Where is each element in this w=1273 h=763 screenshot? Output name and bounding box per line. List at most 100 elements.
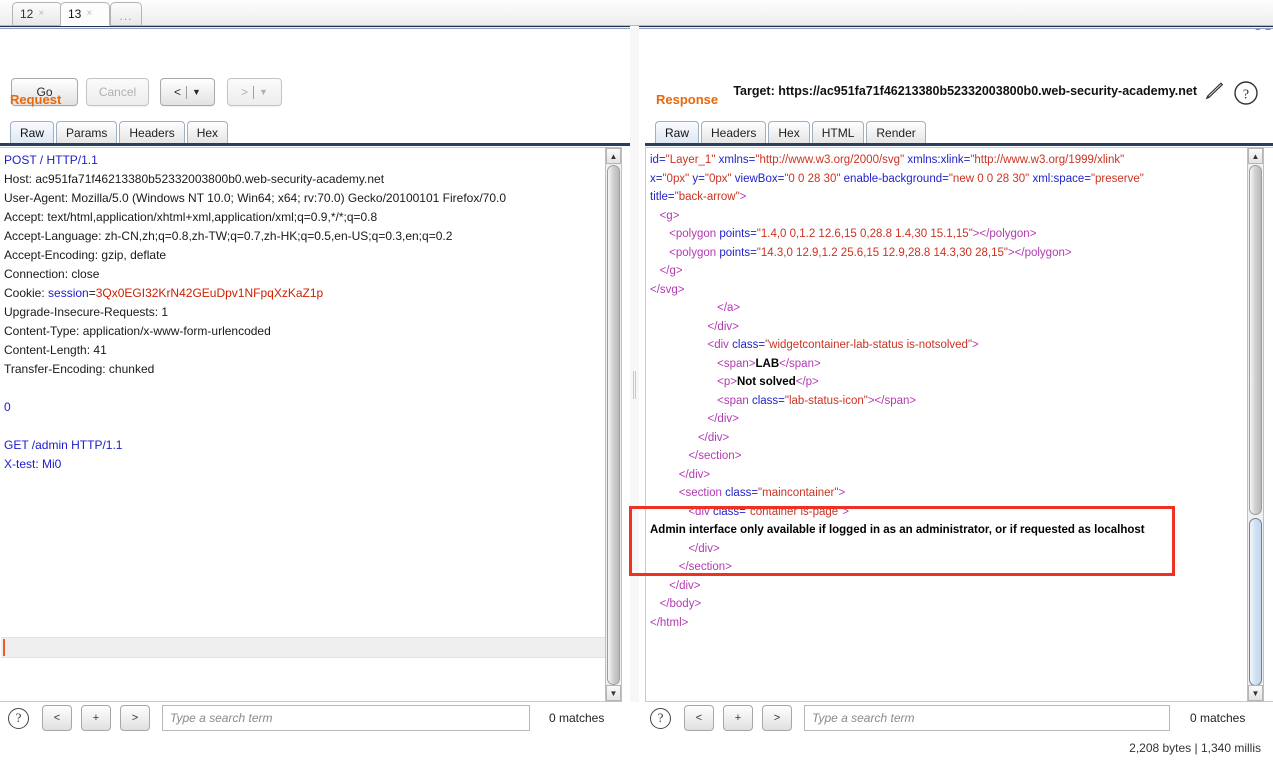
res-line-22: </section> (678, 561, 732, 573)
close-icon[interactable]: × (86, 9, 92, 19)
repeater-tab-12[interactable]: 12 × (12, 2, 62, 26)
res-line-14: </div> (707, 413, 739, 425)
response-search-placeholder: Type a search term (812, 711, 915, 725)
target-line: Target: https://ac951fa71f46213380b52332… (733, 84, 1197, 98)
res-line-23: </div> (669, 579, 701, 592)
res-line-4: <polygon points="1.4,0 0,1.2 12.6,15 0,2… (669, 228, 1037, 240)
target-label: Target: (733, 84, 775, 98)
response-scrollbar[interactable]: ▲ ▼ (1247, 147, 1264, 702)
search-prev-label: < (695, 712, 703, 724)
res-line-18: <section class="maincontainer"> (678, 487, 846, 499)
help-icon[interactable]: ? (1233, 80, 1259, 106)
request-match-count: 0 matches (549, 711, 605, 725)
res-line-16: </section> (688, 450, 742, 462)
res-line-10: <div class="widgetcontainer-lab-status i… (707, 339, 979, 351)
new-repeater-tab-button[interactable]: ... (110, 2, 142, 26)
res-line-8: </a> (717, 302, 741, 314)
request-cookie-line: Cookie: session=3Qx0EGI32KrN42GEuDpv1NFp… (4, 286, 323, 300)
res-line-3: <g> (659, 209, 680, 222)
help-icon-label: ? (15, 710, 22, 725)
response-tab-hex-label: Hex (778, 126, 800, 140)
request-line-6: Connection: close (4, 267, 100, 281)
next-arrow-icon: > (241, 85, 249, 99)
search-next-button[interactable]: > (762, 705, 792, 731)
scroll-down-icon[interactable]: ▼ (1248, 685, 1263, 701)
request-tabs-underline (0, 143, 635, 146)
scroll-down-icon[interactable]: ▼ (606, 685, 621, 701)
previous-arrow-icon: < (174, 85, 182, 99)
response-search-row: ? < + > Type a search term (650, 703, 1170, 733)
response-raw-text[interactable]: id="Layer_1" xmlns="http://www.w3.org/20… (650, 151, 1250, 632)
svg-text:?: ? (1243, 88, 1249, 103)
help-icon-label: ? (657, 710, 664, 725)
request-line-11: Transfer-Encoding: chunked (4, 362, 155, 376)
request-tab-raw[interactable]: Raw (10, 121, 55, 144)
request-line-5: Accept-Encoding: gzip, deflate (4, 248, 167, 262)
next-request-button[interactable]: > ▼ (227, 78, 282, 106)
search-prev-label: < (53, 712, 61, 724)
response-scrollbar-thumb[interactable] (1249, 518, 1262, 686)
res-line-11: <span>LAB</span> (717, 357, 821, 370)
repeater-tab-13[interactable]: 13 × (60, 2, 110, 26)
response-scrollbar-track-upper[interactable] (1249, 165, 1262, 515)
res-line-2: title="back-arrow"> (650, 191, 747, 203)
response-tab-headers[interactable]: Headers (701, 121, 767, 144)
request-raw-text[interactable]: POST / HTTP/1.1 Host: ac951fa71f46213380… (4, 151, 604, 474)
request-editor-pane[interactable]: POST / HTTP/1.1 Host: ac951fa71f46213380… (0, 147, 622, 702)
request-cursor-row (1, 637, 620, 658)
repeater-tab-12-label: 12 (20, 7, 34, 21)
request-search-row: ? < + > Type a search term (8, 703, 530, 733)
text-caret (3, 639, 5, 656)
search-add-button[interactable]: + (723, 705, 753, 731)
search-prev-button[interactable]: < (684, 705, 714, 731)
search-next-button[interactable]: > (120, 705, 150, 731)
request-tab-headers[interactable]: Headers (119, 121, 185, 144)
chevron-down-icon[interactable]: ▼ (259, 87, 268, 97)
scroll-up-icon[interactable]: ▲ (606, 148, 621, 164)
cancel-button[interactable]: Cancel (86, 78, 149, 106)
res-line-21: </div> (688, 542, 720, 555)
request-line-2: User-Agent: Mozilla/5.0 (Windows NT 10.0… (4, 191, 507, 205)
cookie-name: session (48, 286, 89, 300)
pane-divider[interactable] (630, 26, 639, 726)
status-bar: 2,208 bytes | 1,340 millis (1129, 741, 1261, 755)
response-editor-pane[interactable]: id="Layer_1" xmlns="http://www.w3.org/20… (645, 147, 1273, 702)
request-line-3: Accept: text/html,application/xhtml+xml,… (4, 210, 378, 224)
response-tab-raw-label: Raw (665, 126, 690, 140)
request-scrollbar[interactable]: ▲ ▼ (605, 147, 622, 702)
search-add-label: + (92, 712, 100, 724)
request-tab-params-label: Params (66, 126, 108, 140)
scroll-up-icon[interactable]: ▲ (1248, 148, 1263, 164)
request-scrollbar-thumb[interactable] (607, 165, 620, 685)
request-search-input[interactable]: Type a search term (162, 705, 530, 731)
request-tab-hex[interactable]: Hex (186, 121, 229, 144)
search-add-button[interactable]: + (81, 705, 111, 731)
previous-request-button[interactable]: < ▼ (160, 78, 215, 106)
response-search-input[interactable]: Type a search term (804, 705, 1170, 731)
help-icon[interactable]: ? (650, 707, 671, 729)
res-line-7: </svg> (650, 283, 685, 296)
response-tab-render[interactable]: Render (866, 121, 926, 144)
response-tab-raw[interactable]: Raw (655, 121, 700, 144)
res-line-6: </g> (659, 265, 683, 277)
close-icon[interactable]: × (38, 9, 44, 19)
repeater-tab-strip: 12 × 13 × ... (0, 0, 1273, 28)
pencil-icon[interactable] (1204, 80, 1226, 102)
response-tab-html[interactable]: HTML (811, 121, 865, 144)
request-tab-params[interactable]: Params (56, 121, 118, 144)
search-prev-button[interactable]: < (42, 705, 72, 731)
request-tab-raw-label: Raw (20, 126, 45, 140)
res-line-25: </html> (650, 616, 689, 629)
request-line-8: Upgrade-Insecure-Requests: 1 (4, 305, 169, 319)
help-icon[interactable]: ? (8, 707, 29, 729)
divider-grip[interactable] (633, 371, 636, 399)
request-line-10: Content-Length: 41 (4, 343, 107, 357)
tab-strip-background (0, 0, 1273, 26)
response-tab-hex[interactable]: Hex (768, 121, 810, 144)
chevron-down-icon[interactable]: ▼ (192, 87, 201, 97)
cancel-button-label: Cancel (98, 85, 137, 99)
smuggled-header-line: X-test: Mi0 (4, 457, 62, 471)
res-line-5: <polygon points="14.3,0 12.9,1.2 25.6,15… (669, 246, 1072, 259)
request-tabs: Raw Params Headers Hex (10, 120, 230, 144)
burp-repeater-window: 12 × 13 × ... N Go Cancel < ▼ (0, 0, 1273, 763)
